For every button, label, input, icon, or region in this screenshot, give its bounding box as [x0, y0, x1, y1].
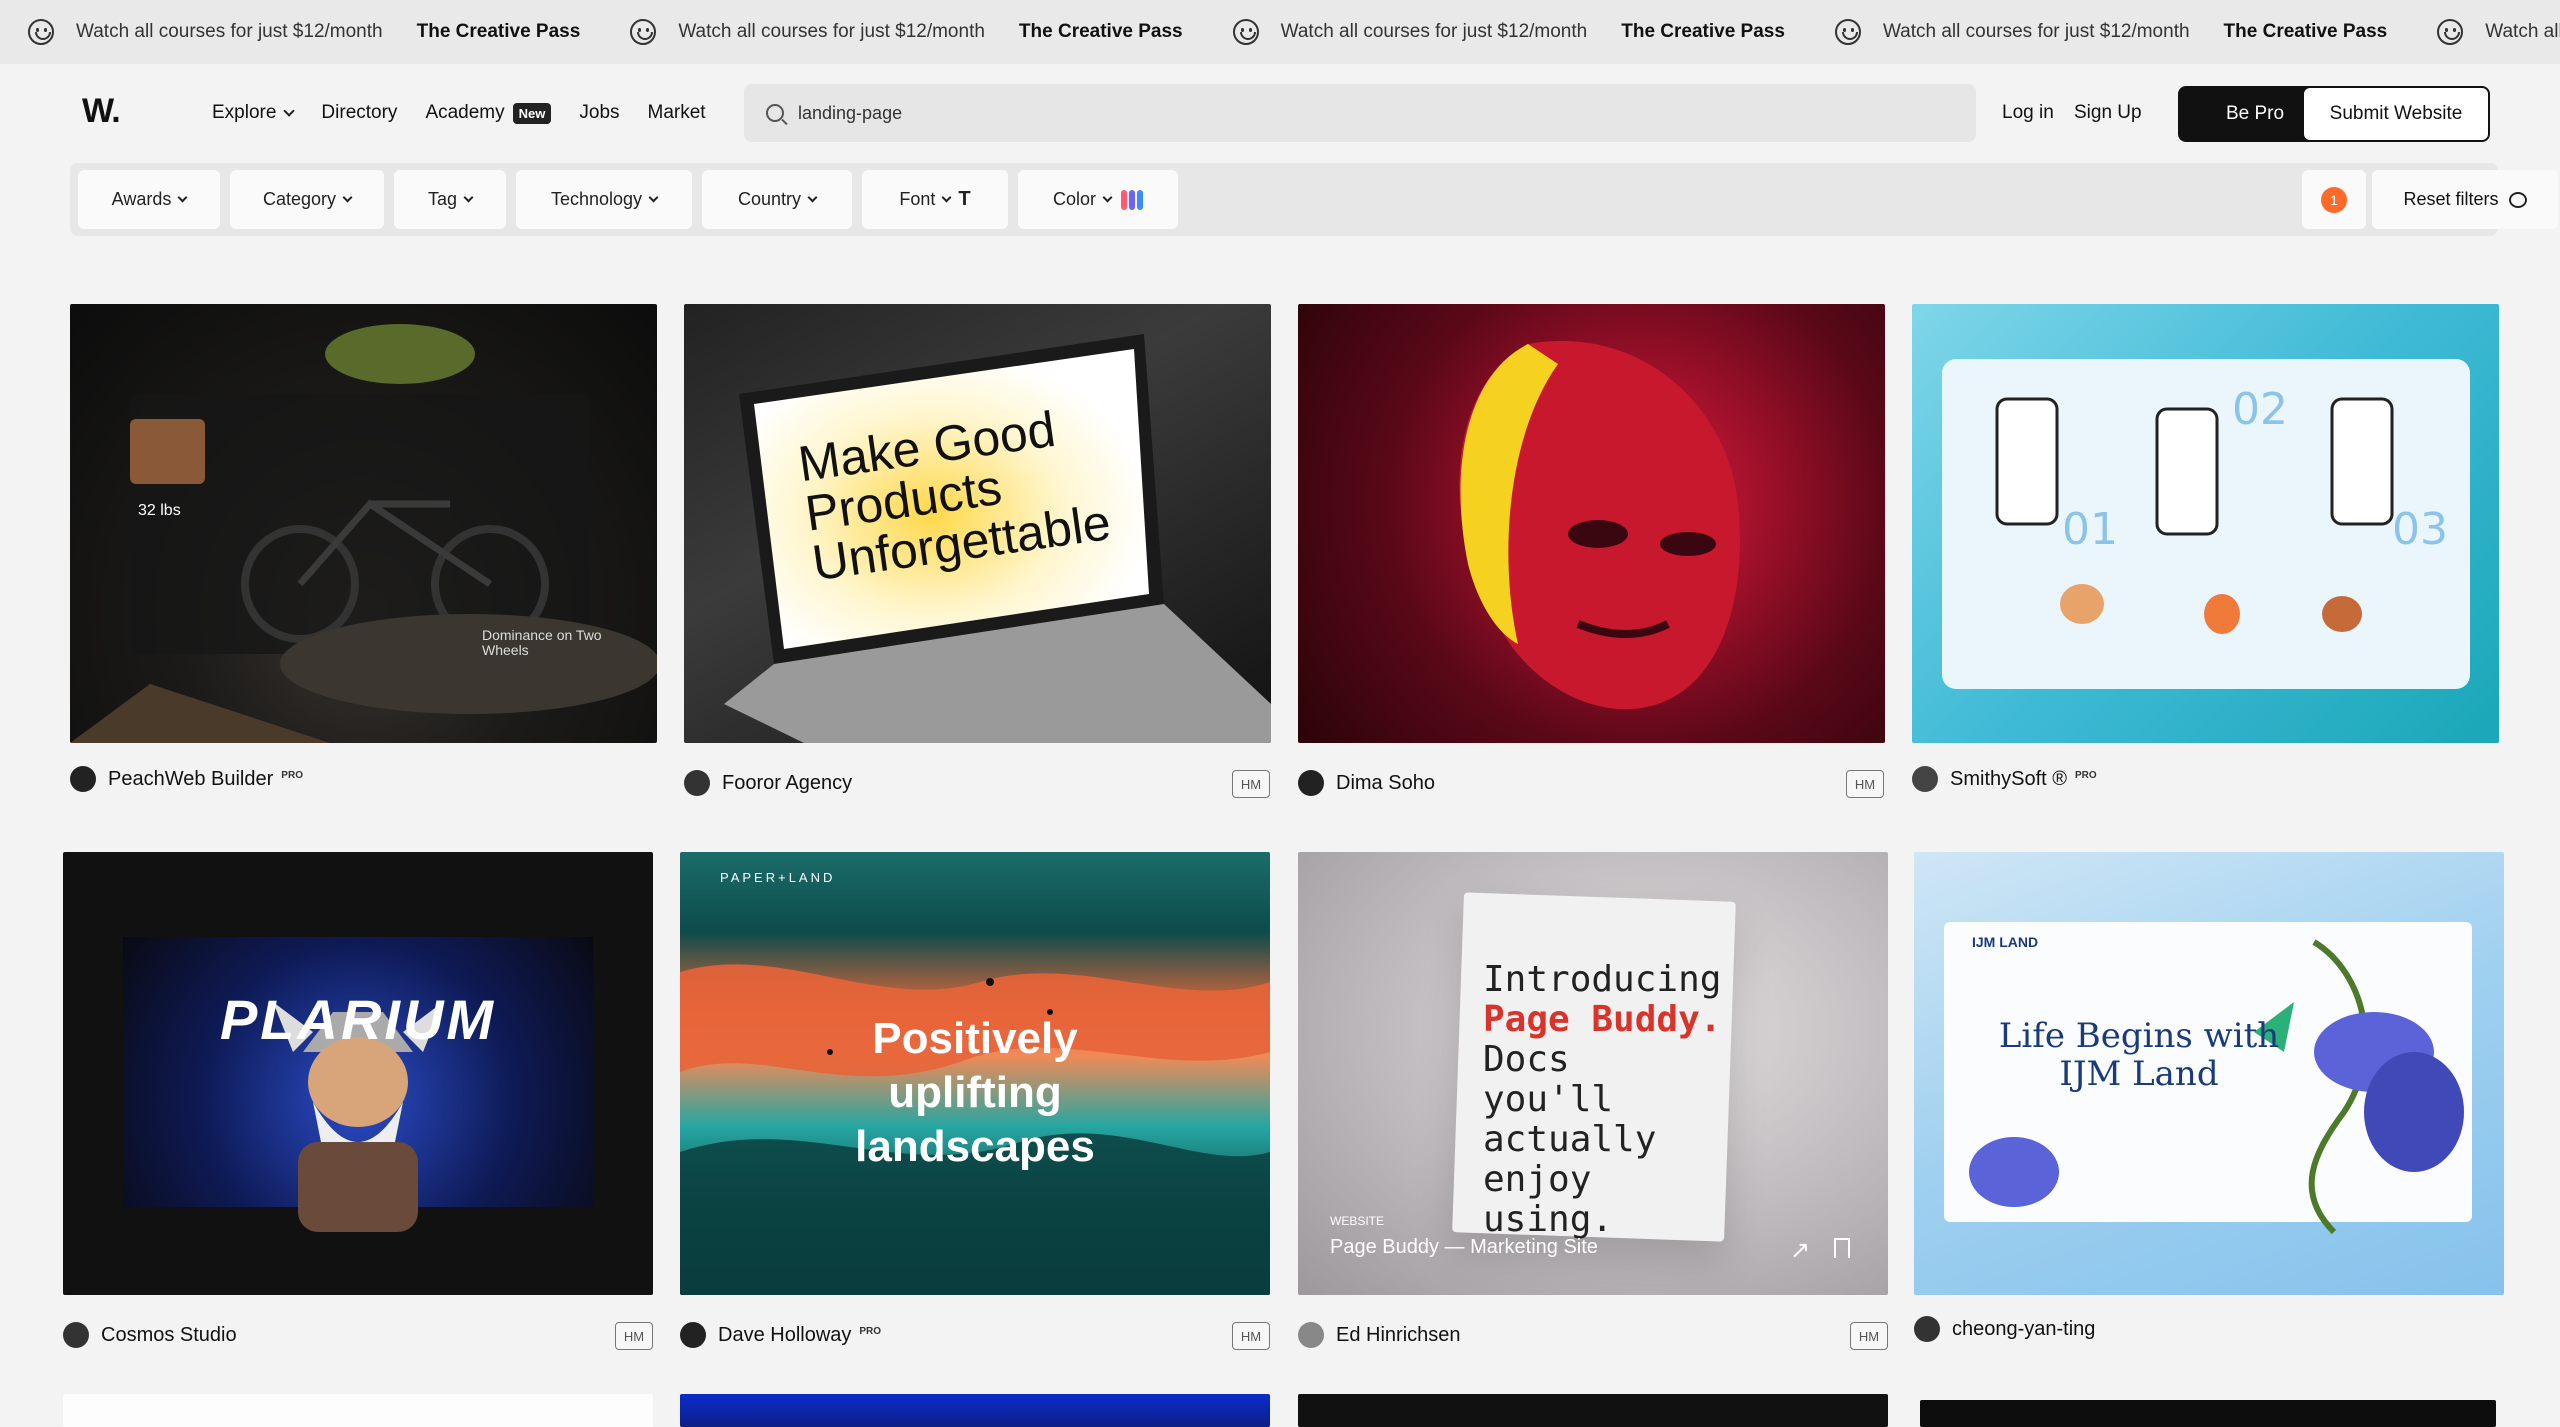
smiley-icon — [630, 19, 657, 45]
ticker-item: Watch all courses for just $12/month The … — [1834, 19, 2409, 45]
filter-country[interactable]: Country — [702, 170, 852, 229]
active-filter-count[interactable]: 1 — [2302, 170, 2366, 229]
nav-academy[interactable]: Academy New — [425, 102, 552, 124]
nav-explore[interactable]: Explore — [212, 102, 296, 124]
filter-technology[interactable]: Technology — [516, 170, 692, 229]
site-thumbnail[interactable]: Introducing Page Buddy. Docs you'll actu… — [1298, 852, 1888, 1295]
avatar — [684, 770, 710, 796]
avatar — [1914, 1316, 1940, 1342]
card-author[interactable]: Ed Hinrichsen — [1298, 1322, 1461, 1348]
site-thumbnail[interactable]: Positively uplifting landscapes PAPER+LA… — [680, 852, 1270, 1295]
site-logo[interactable]: W. — [82, 92, 121, 131]
site-thumbnail[interactable]: Life Begins with IJM Land IJM LAND — [1914, 852, 2504, 1295]
honorable-mention-badge: HM — [1232, 770, 1270, 798]
card-author[interactable]: Dima Soho — [1298, 770, 1435, 796]
site-thumbnail[interactable] — [1298, 1394, 1888, 1427]
ticker-item: Watch all courses for just $12/month The … — [1232, 19, 1807, 45]
bike-illustration — [70, 324, 657, 743]
card-author[interactable]: SmithySoft ® PRO — [1912, 766, 2097, 792]
chevron-down-icon — [807, 192, 818, 202]
chevron-down-icon — [283, 104, 296, 117]
color-swatch-icon — [1121, 189, 1143, 210]
filter-category[interactable]: Category — [230, 170, 384, 229]
chevron-down-icon — [463, 192, 474, 202]
avatar — [1912, 766, 1938, 792]
viking-character — [273, 1002, 443, 1232]
main-nav: Explore Directory Academy New Jobs Market — [212, 102, 734, 124]
avatar — [680, 1322, 706, 1348]
avatar — [1298, 1322, 1324, 1348]
chevron-down-icon — [941, 192, 952, 202]
new-badge: New — [512, 102, 552, 124]
avatar — [70, 766, 96, 792]
site-thumbnail[interactable]: 32 lbs Dominance on Two Wheels — [70, 304, 657, 743]
search-bar[interactable] — [744, 84, 1976, 142]
avatar — [63, 1322, 89, 1348]
svg-text:02: 02 — [2232, 384, 2288, 435]
filter-awards[interactable]: Awards — [78, 170, 220, 229]
site-header: W. Explore Directory Academy New Jobs Mar… — [0, 64, 2560, 164]
signup-link[interactable]: Sign Up — [2074, 102, 2142, 124]
external-link-icon[interactable]: ↗ — [1790, 1236, 1810, 1265]
nav-market[interactable]: Market — [648, 102, 706, 124]
nav-directory[interactable]: Directory — [321, 102, 397, 124]
card-author[interactable]: PeachWeb Builder PRO — [70, 766, 303, 792]
chevron-down-icon — [1102, 192, 1113, 202]
site-thumbnail[interactable]: 02 01 03 — [1912, 304, 2499, 743]
avatar — [1298, 770, 1324, 796]
card-author[interactable]: Cosmos Studio — [63, 1322, 237, 1348]
search-input[interactable] — [798, 102, 1898, 124]
chevron-down-icon — [342, 192, 353, 202]
bookmark-icon[interactable] — [1834, 1238, 1850, 1258]
card-author[interactable]: cheong-yan-ting — [1914, 1316, 2095, 1342]
card-author[interactable]: Fooror Agency — [684, 770, 852, 796]
site-thumbnail[interactable] — [1298, 304, 1885, 743]
honorable-mention-badge: HM — [1846, 770, 1884, 798]
svg-text:03: 03 — [2392, 504, 2448, 555]
login-link[interactable]: Log in — [2002, 102, 2054, 124]
chevron-down-icon — [177, 192, 188, 202]
nav-jobs[interactable]: Jobs — [579, 102, 619, 124]
pro-badge: PRO — [2075, 769, 2097, 781]
ticker-item: Watch all courses for just $12/month The … — [28, 19, 602, 45]
search-icon — [766, 104, 784, 122]
honorable-mention-badge: HM — [615, 1322, 653, 1350]
ticker-item: Watch all courses for just $12/month The … — [630, 19, 1204, 45]
site-thumbnail[interactable]: Make Good Products Unforgettable — [684, 304, 1271, 743]
site-thumbnail[interactable] — [680, 1394, 1270, 1427]
chat-bubble-icon — [2508, 191, 2527, 208]
portrait-illustration — [1459, 340, 1740, 710]
pro-badge: PRO — [859, 1325, 882, 1337]
site-thumbnail[interactable]: PLARIUM — [63, 852, 653, 1295]
chevron-down-icon — [648, 192, 659, 202]
filter-tag[interactable]: Tag — [394, 170, 506, 229]
submit-website-button[interactable]: Submit Website — [2302, 86, 2490, 142]
filter-bar: Awards Category Tag Technology Country F… — [70, 163, 2558, 236]
card-author[interactable]: Dave Holloway PRO — [680, 1322, 881, 1348]
site-thumbnail[interactable] — [1920, 1400, 2496, 1427]
honorable-mention-badge: HM — [1232, 1322, 1270, 1350]
smiley-icon — [2437, 19, 2464, 45]
svg-text:01: 01 — [2062, 504, 2118, 555]
promo-ticker[interactable]: Watch all courses for just $12/month The … — [0, 0, 2560, 64]
font-icon: T — [958, 188, 971, 210]
honorable-mention-badge: HM — [1850, 1322, 1888, 1350]
smiley-icon — [1232, 19, 1259, 45]
filter-font[interactable]: Font T — [862, 170, 1008, 229]
smiley-icon — [1834, 19, 1861, 45]
pro-badge: PRO — [281, 769, 303, 781]
filter-color[interactable]: Color — [1018, 170, 1178, 229]
smiley-icon — [28, 19, 54, 45]
ticker-item: Watch all courses for just $12/month — [2437, 19, 2560, 45]
app-screens-illustration: 02 01 03 — [1942, 359, 2470, 689]
reset-filters-button[interactable]: Reset filters — [2372, 170, 2558, 229]
site-thumbnail[interactable] — [63, 1394, 653, 1427]
